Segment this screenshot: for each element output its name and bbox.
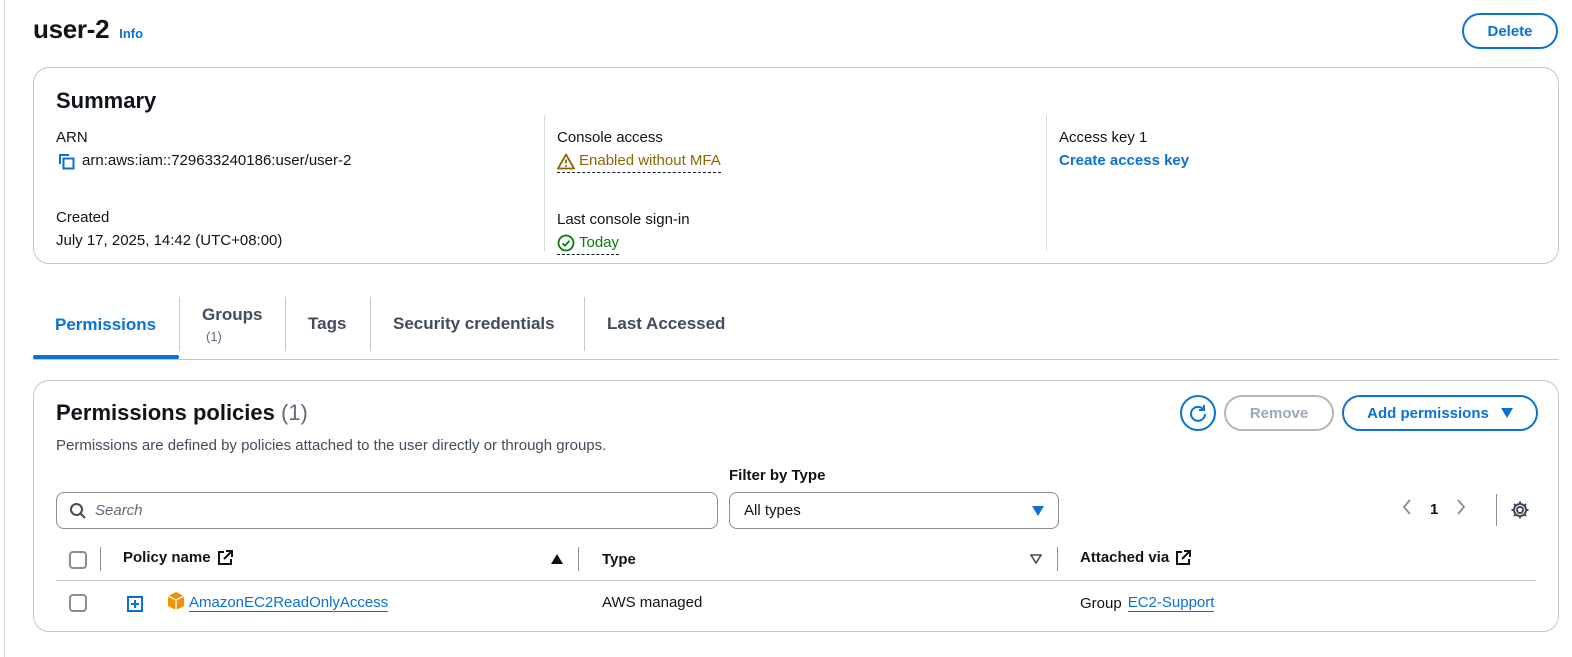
- created-value: July 17, 2025, 14:42 (UTC+08:00): [56, 232, 283, 249]
- summary-column-console: Console access Enabled without MFA Last …: [544, 115, 1046, 255]
- policy-name-link[interactable]: AmazonEC2ReadOnlyAccess: [189, 594, 389, 612]
- chevron-left-icon[interactable]: [1402, 499, 1412, 520]
- delete-button[interactable]: Delete: [1462, 13, 1558, 49]
- info-link[interactable]: Info: [119, 26, 143, 41]
- table-header: Policy name Type Attached via: [56, 539, 1536, 581]
- summary-column-arn: ARN arn:aws:iam::729633240186:user/user-…: [56, 115, 544, 251]
- pager-divider: [1496, 494, 1497, 526]
- column-header-policy-name[interactable]: Policy name: [123, 549, 233, 566]
- permissions-policies-card: Permissions policies (1) Permissions are…: [33, 380, 1559, 632]
- policies-description: Permissions are defined by policies atta…: [56, 437, 607, 454]
- check-circle-icon: [557, 234, 575, 252]
- tab-label: Security credentials: [393, 314, 555, 333]
- summary-card: Summary ARN arn:aws:iam::729633240186:us…: [33, 67, 1559, 264]
- arn-value: arn:aws:iam::729633240186:user/user-2: [56, 151, 544, 171]
- chevron-right-icon[interactable]: [1456, 499, 1466, 520]
- tab-label: Tags: [308, 314, 347, 333]
- row-checkbox[interactable]: [69, 594, 87, 612]
- search-icon: [69, 502, 87, 520]
- column-label: Attached via: [1080, 549, 1170, 566]
- tab-groups[interactable]: Groups (1): [179, 297, 286, 351]
- policies-title: Permissions policies (1): [56, 400, 308, 425]
- column-divider: [100, 547, 101, 571]
- external-link-icon: [1175, 549, 1192, 566]
- last-signin-text: Today: [579, 234, 620, 251]
- last-signin-value[interactable]: Today: [557, 233, 1046, 255]
- add-permissions-button[interactable]: Add permissions: [1342, 395, 1538, 431]
- search-input[interactable]: [95, 502, 695, 519]
- console-access-value[interactable]: Enabled without MFA: [557, 151, 1046, 173]
- refresh-icon: [1188, 403, 1208, 423]
- external-link-icon: [217, 549, 233, 566]
- expand-icon[interactable]: [127, 596, 143, 612]
- tab-count: (1): [206, 328, 222, 344]
- policy-name-cell: AmazonEC2ReadOnlyAccess: [189, 594, 389, 612]
- tab-security-credentials[interactable]: Security credentials: [370, 297, 585, 351]
- add-permissions-label: Add permissions: [1367, 404, 1489, 422]
- summary-title: Summary: [56, 88, 157, 113]
- tab-permissions[interactable]: Permissions: [33, 295, 179, 355]
- policies-count: (1): [281, 400, 308, 425]
- arn-label: ARN: [56, 129, 88, 146]
- tab-tags[interactable]: Tags: [285, 297, 371, 351]
- column-header-attached-via[interactable]: Attached via: [1080, 549, 1192, 566]
- sort-descending-icon[interactable]: [1030, 554, 1042, 564]
- column-header-type[interactable]: Type: [602, 551, 636, 568]
- caret-down-icon: [1500, 408, 1513, 418]
- column-label: Policy name: [123, 549, 211, 566]
- create-access-key-link[interactable]: Create access key: [1059, 151, 1189, 171]
- created-label: Created: [56, 209, 110, 226]
- attached-via-cell: Group EC2-Support: [1080, 594, 1215, 612]
- search-field[interactable]: [56, 492, 718, 529]
- tab-label: Permissions: [55, 315, 157, 334]
- access-key-label: Access key 1: [1059, 129, 1148, 146]
- column-divider: [578, 547, 579, 571]
- page-header: user-2 Info: [33, 14, 143, 45]
- policies-table: Policy name Type Attached via AmazonEC2R…: [56, 539, 1536, 625]
- type-filter-select[interactable]: All types: [729, 492, 1059, 529]
- left-border: [4, 0, 5, 657]
- type-filter-value: All types: [744, 502, 801, 519]
- table-row: AmazonEC2ReadOnlyAccess AWS managed Grou…: [56, 581, 1536, 625]
- caret-down-icon: [1032, 505, 1044, 516]
- remove-button[interactable]: Remove: [1224, 395, 1334, 431]
- warning-icon: [557, 153, 575, 170]
- refresh-button[interactable]: [1180, 395, 1216, 431]
- tab-label: Last Accessed: [607, 314, 726, 333]
- active-tab-indicator: [33, 355, 179, 359]
- column-divider: [1057, 547, 1058, 571]
- console-access-text: Enabled without MFA: [579, 152, 721, 169]
- last-signin-label: Last console sign-in: [557, 211, 690, 228]
- pagination: 1: [1402, 499, 1466, 520]
- attached-via-prefix: Group: [1080, 594, 1122, 612]
- sort-ascending-icon[interactable]: [551, 554, 563, 564]
- page-number[interactable]: 1: [1430, 501, 1438, 518]
- type-cell: AWS managed: [602, 594, 703, 611]
- console-access-label: Console access: [557, 129, 663, 146]
- tab-label: Groups: [202, 304, 263, 324]
- page-title: user-2: [33, 14, 110, 44]
- copy-icon[interactable]: [56, 151, 76, 171]
- tabs-bar: Permissions Groups (1) Tags Security cre…: [33, 295, 1559, 361]
- gear-icon[interactable]: [1510, 500, 1530, 520]
- attached-group-link[interactable]: EC2-Support: [1127, 594, 1215, 612]
- column-label: Type: [602, 551, 636, 568]
- policy-cube-icon: [166, 591, 186, 611]
- tab-last-accessed[interactable]: Last Accessed: [584, 297, 754, 351]
- filter-by-type-label: Filter by Type: [729, 467, 826, 484]
- arn-text: arn:aws:iam::729633240186:user/user-2: [82, 152, 352, 169]
- select-all-checkbox[interactable]: [69, 551, 87, 569]
- summary-column-access-key: Access key 1 Create access key: [1046, 115, 1536, 251]
- tabs-divider: [33, 359, 1559, 360]
